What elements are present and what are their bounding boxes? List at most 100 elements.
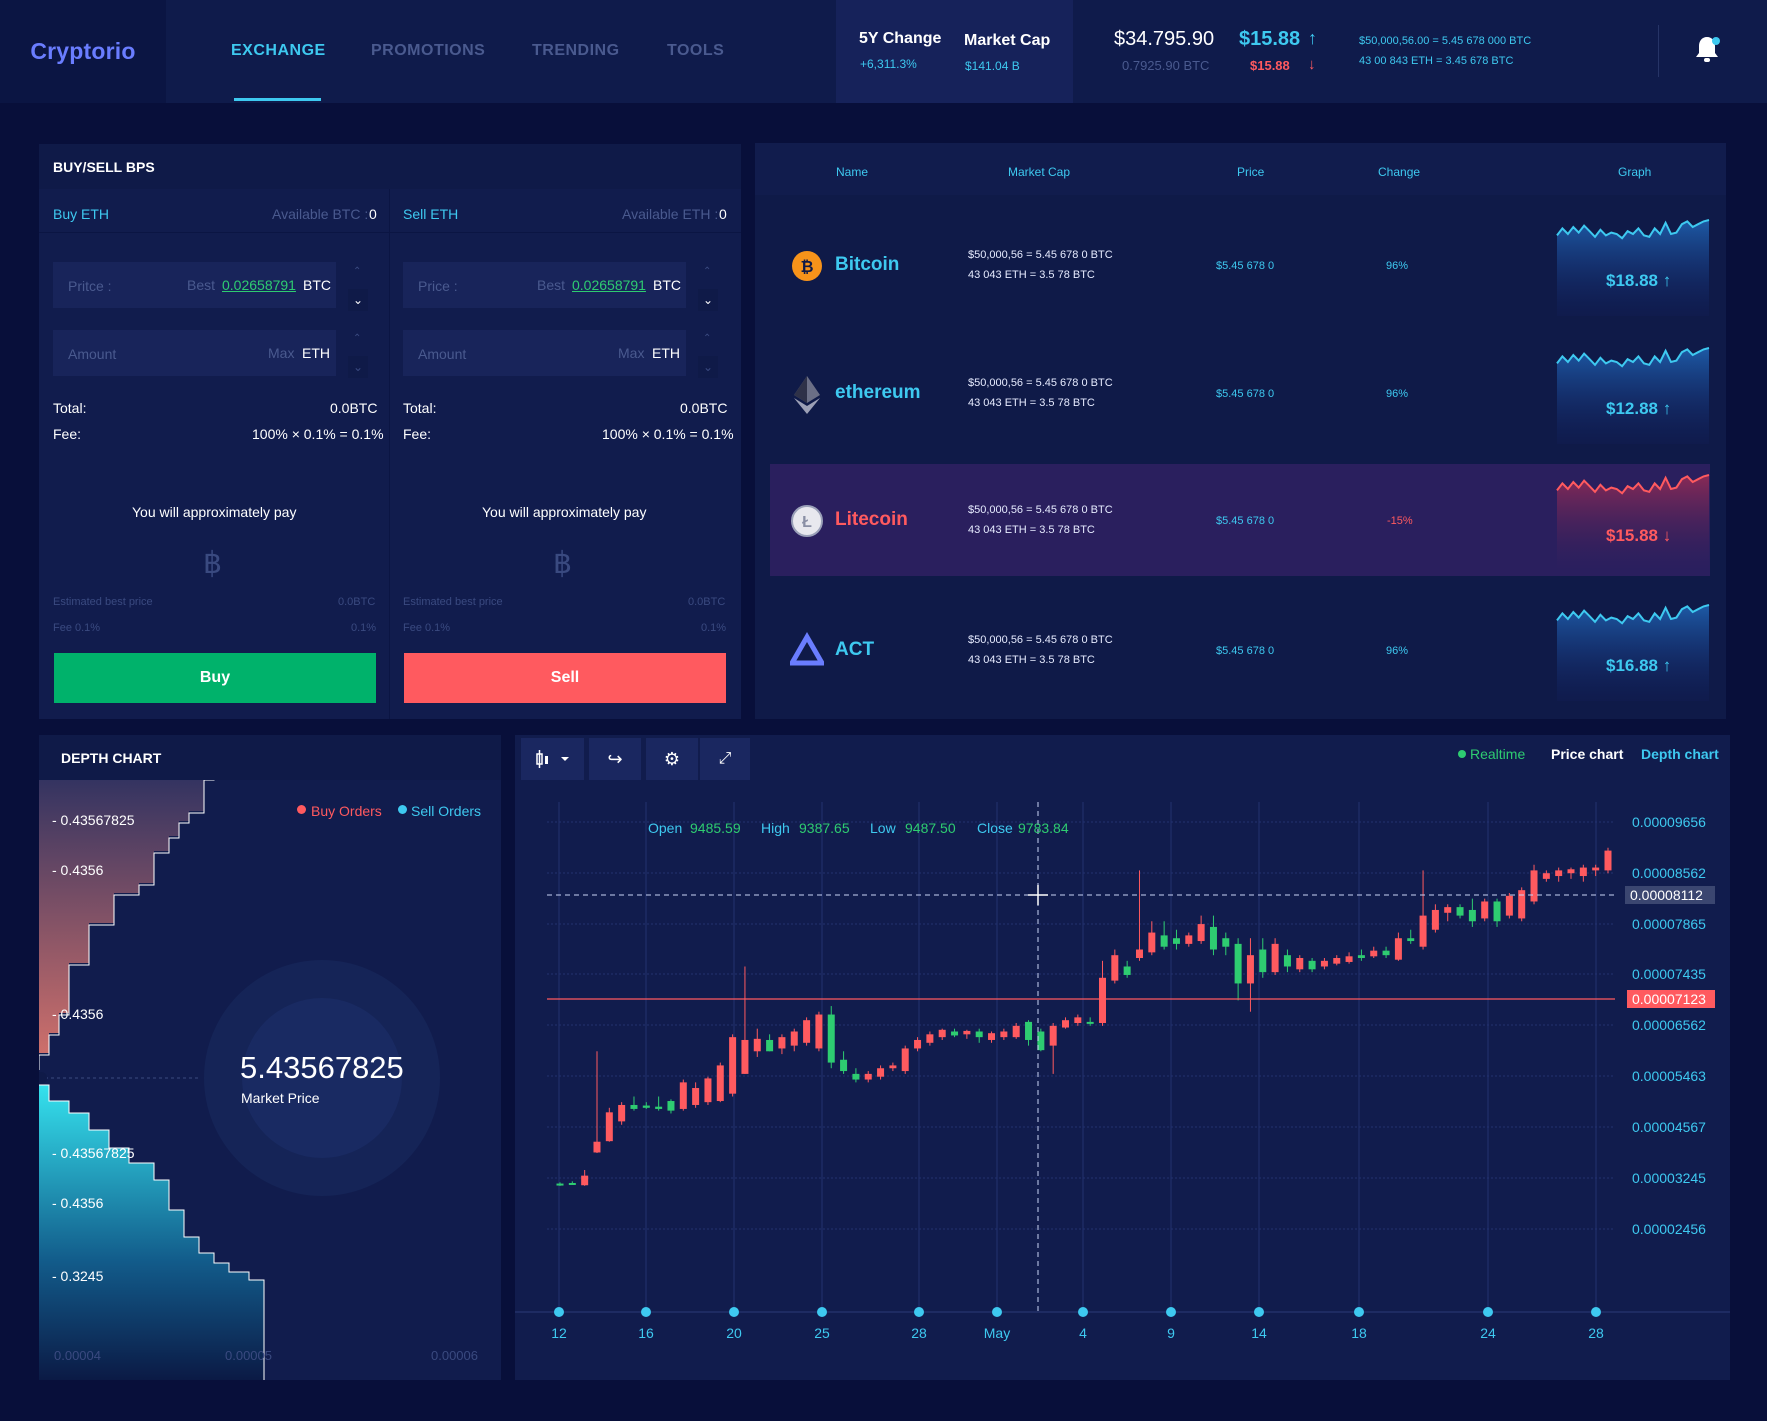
x-tick-label: 14: [1251, 1325, 1267, 1341]
logo[interactable]: Cryptorio: [30, 38, 135, 65]
fullscreen-button[interactable]: ⤢: [700, 738, 750, 780]
buy-sell-title: BUY/SELL BPS: [53, 159, 155, 175]
x-tick-marker: [729, 1307, 739, 1317]
buy-price-up-icon[interactable]: ⌃: [353, 266, 361, 277]
change-cell: -15%: [1387, 515, 1413, 527]
column-header-market-cap[interactable]: Market Cap: [1008, 165, 1070, 179]
ethereum-icon: [794, 376, 820, 414]
header-info-line1: $50,000,56.00 = 5.45 678 000 BTC: [1359, 35, 1532, 47]
x-tick-marker: [554, 1307, 564, 1317]
buy-amount-down-button[interactable]: ⌄: [348, 356, 368, 378]
x-tick-label: 16: [638, 1325, 654, 1341]
candle: [1135, 870, 1143, 961]
nav-trending[interactable]: TRENDING: [532, 42, 620, 60]
coin-name[interactable]: ethereum: [835, 382, 921, 404]
column-header-name[interactable]: Name: [836, 165, 868, 179]
market-cap-cell: $50,000,56 = 5.45 678 0 BTC 43 043 ETH = …: [968, 630, 1113, 670]
candle: [1431, 904, 1439, 933]
candle: [963, 1029, 971, 1039]
market-price-marker: [39, 1072, 47, 1084]
nav-exchange[interactable]: EXCHANGE: [231, 42, 326, 60]
coin-name[interactable]: Litecoin: [835, 509, 908, 531]
y-tick-label: 0.00006562: [1632, 1017, 1706, 1033]
candle: [1000, 1028, 1008, 1040]
buy-approx-text: You will approximately pay: [132, 504, 297, 520]
y-tick-label: 0.00005463: [1632, 1068, 1706, 1084]
tab-realtime[interactable]: Realtime: [1470, 746, 1525, 762]
market-cap-line2: 43 043 ETH = 3.5 78 BTC: [968, 269, 1095, 281]
bell-icon[interactable]: [1693, 34, 1721, 66]
x-tick-marker: [1483, 1307, 1493, 1317]
candle: [1049, 1023, 1057, 1074]
nav-tools[interactable]: TOOLS: [667, 42, 724, 60]
candle: [1148, 921, 1156, 956]
candle: [827, 1006, 835, 1069]
candle: [1222, 932, 1230, 956]
x-tick-marker: [1254, 1307, 1264, 1317]
nav-promotions[interactable]: PROMOTIONS: [371, 42, 485, 60]
header-info-line2: 43 00 843 ETH = 3.45 678 BTC: [1359, 55, 1514, 67]
column-header-price[interactable]: Price: [1237, 165, 1264, 179]
sell-price-up-icon[interactable]: ⌃: [703, 266, 711, 277]
share-button[interactable]: ↪: [589, 738, 641, 780]
sell-best-label: Best: [537, 277, 566, 293]
sell-amount-down-button[interactable]: ⌄: [698, 356, 718, 378]
candle: [877, 1065, 885, 1080]
sell-amount-up-icon[interactable]: ⌃: [703, 333, 711, 344]
available-eth-value: 0: [719, 206, 727, 222]
candle: [1098, 960, 1106, 1026]
tab-price-chart[interactable]: Price chart: [1551, 746, 1623, 762]
buy-est-value: 0.0BTC: [338, 596, 376, 608]
x-tick-label: 4: [1079, 1325, 1087, 1341]
candle: [1456, 904, 1464, 919]
sell-price-down-button[interactable]: ⌄: [698, 289, 718, 311]
chevron-down-icon: ⌄: [702, 293, 714, 307]
column-header-graph[interactable]: Graph: [1618, 165, 1651, 179]
candle: [1592, 864, 1600, 877]
svg-text:₿: ₿: [800, 258, 813, 276]
candle: [1172, 929, 1180, 950]
candle: [975, 1028, 983, 1043]
buy-best-price-link[interactable]: 0.02658791: [222, 277, 296, 293]
candle-type-dropdown[interactable]: [521, 738, 584, 780]
graph-value: $12.88 ↑: [1606, 399, 1672, 418]
candle: [593, 1051, 601, 1154]
price-cell: $5.45 678 0: [1216, 260, 1275, 272]
candle: [655, 1096, 663, 1111]
ohlc-open-label: Open: [648, 820, 683, 836]
candle: [1370, 946, 1378, 959]
candle: [766, 1034, 774, 1052]
change-cell: 96%: [1386, 388, 1409, 400]
tab-depth-chart[interactable]: Depth chart: [1641, 746, 1719, 762]
legend-buy-orders: Buy Orders: [311, 803, 382, 819]
market-cap-line1: $50,000,56 = 5.45 678 0 BTC: [968, 377, 1113, 389]
buy-price-down-button[interactable]: ⌄: [348, 289, 368, 311]
x-tick-marker: [641, 1307, 651, 1317]
settings-button[interactable]: ⚙: [646, 738, 698, 780]
sell-orders-dot: [398, 805, 407, 814]
coin-name[interactable]: Bitcoin: [835, 254, 899, 276]
sell-best-price-link[interactable]: 0.02658791: [572, 277, 646, 293]
sell-button[interactable]: Sell: [404, 653, 726, 703]
buy-best-label: Best: [187, 277, 216, 293]
market-cap-cell: $50,000,56 = 5.45 678 0 BTC 43 043 ETH = …: [968, 373, 1113, 413]
candle: [803, 1017, 811, 1046]
nav-active-indicator: [234, 98, 321, 101]
candlestick-icon: [535, 750, 569, 768]
column-header-change[interactable]: Change: [1378, 165, 1420, 179]
sell-max-label: Max: [618, 345, 645, 361]
coin-name[interactable]: ACT: [835, 639, 874, 661]
depth-x-label: 0.00005: [225, 1348, 272, 1363]
market-price-label: Market Price: [241, 1090, 320, 1106]
y-tick-label: 0.00007435: [1632, 966, 1706, 982]
candle: [1185, 932, 1193, 947]
buy-button[interactable]: Buy: [54, 653, 376, 703]
price-btc: 0.7925.90 BTC: [1122, 58, 1210, 73]
buy-amount-up-icon[interactable]: ⌃: [353, 333, 361, 344]
candle: [1160, 921, 1168, 950]
x-tick-label: 25: [814, 1325, 830, 1341]
x-tick-marker: [992, 1307, 1002, 1317]
price-chart-svg[interactable]: 0.00009656 0.00008562 0.00007865 0.00007435…: [515, 790, 1730, 1380]
x-tick-label: 28: [911, 1325, 927, 1341]
gear-icon: ⚙: [663, 748, 681, 769]
